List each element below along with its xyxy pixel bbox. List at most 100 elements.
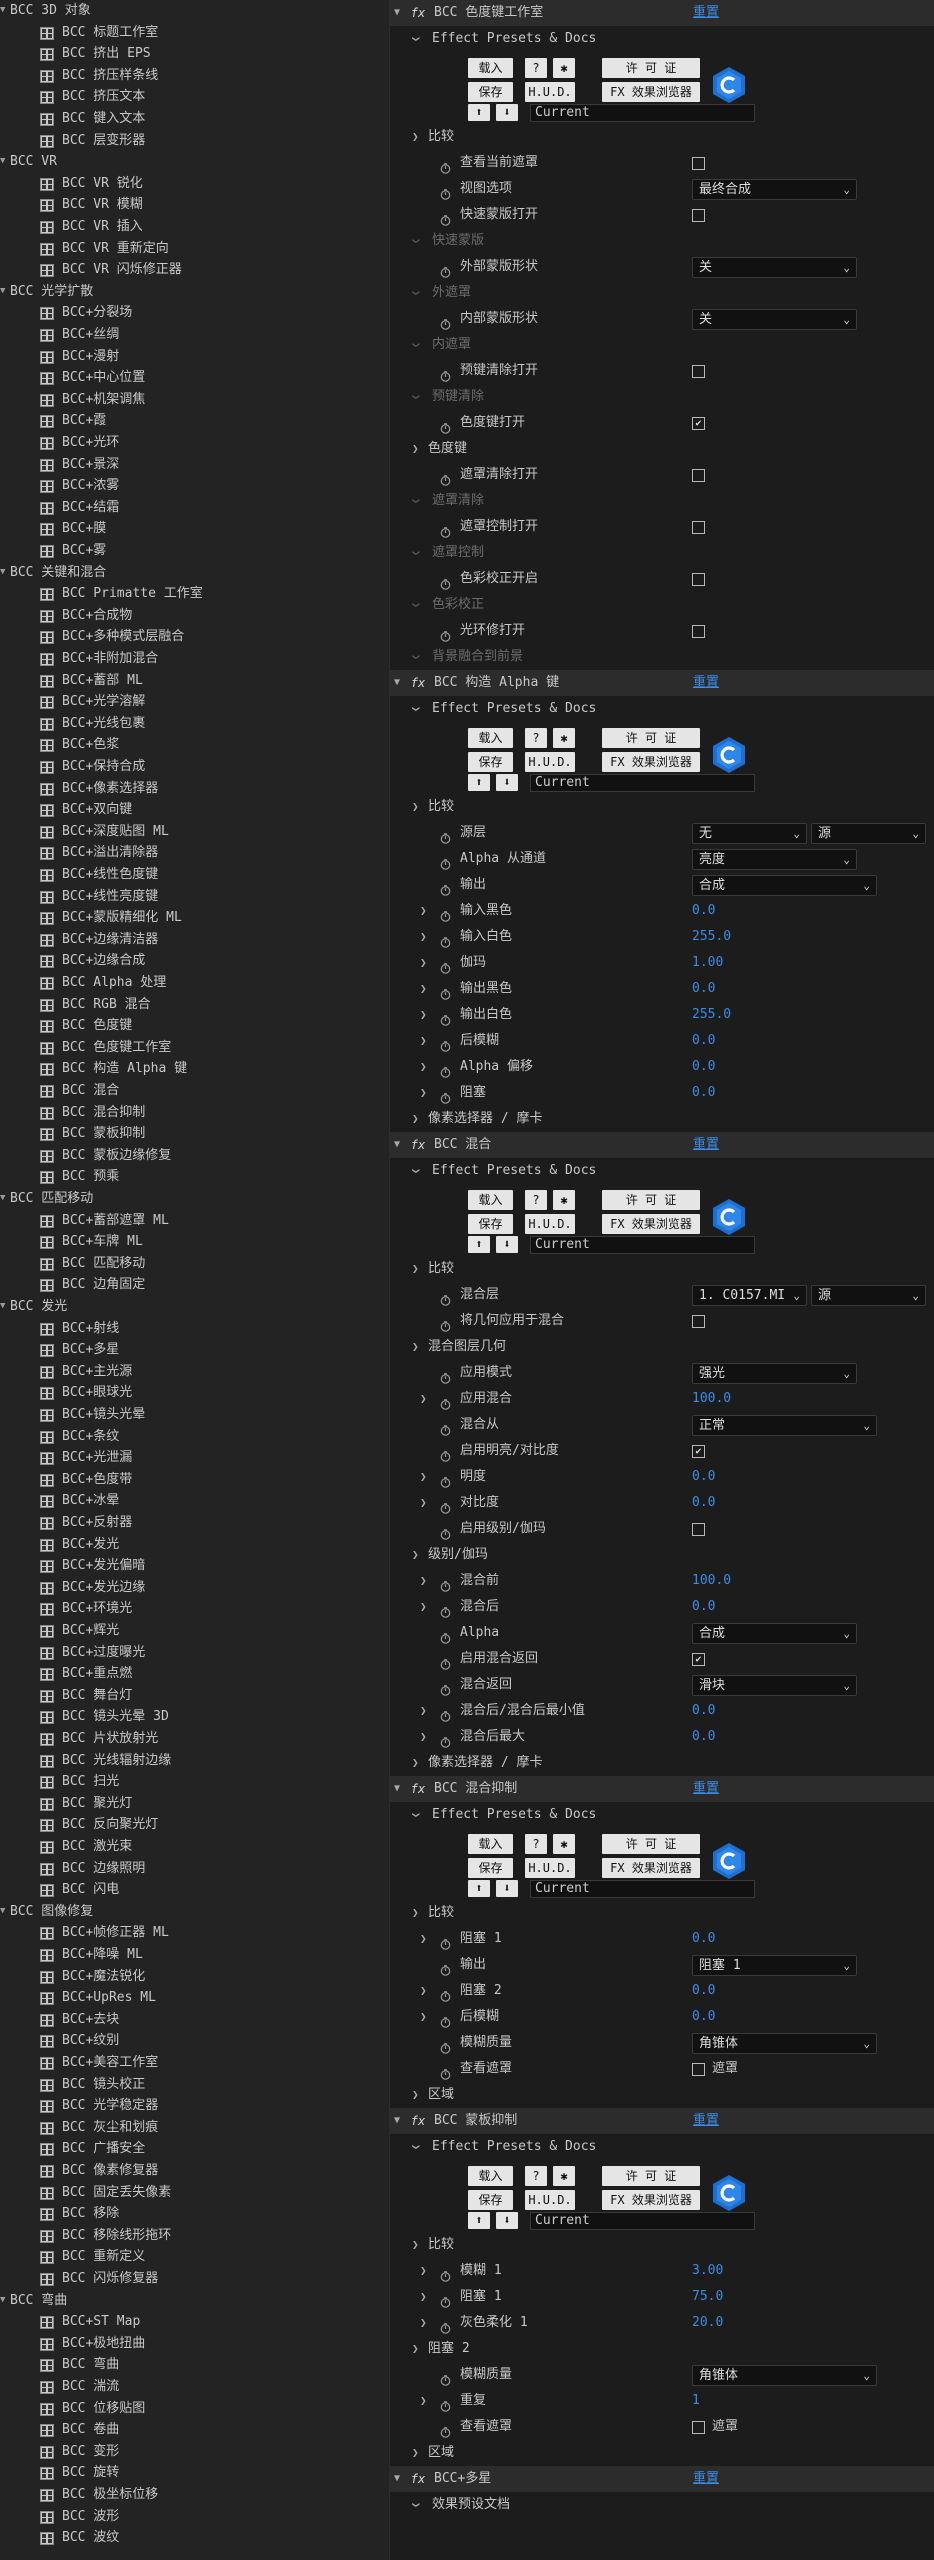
tree-item[interactable]: BCC+分裂场 (0, 302, 389, 324)
reset-link[interactable]: 重置 (693, 1776, 719, 1802)
dropdown[interactable]: 无 ⌄ (692, 823, 807, 844)
stopwatch-icon[interactable] (440, 1628, 451, 1644)
chevron-right-icon[interactable]: ❯ (420, 950, 427, 976)
value-field[interactable]: 0.0 (692, 976, 715, 1002)
tree-item[interactable]: BCC+射线 (0, 1318, 389, 1340)
tree-item[interactable]: BCC 挤压样条线 (0, 65, 389, 87)
property-row[interactable]: ❯ 输出白色 255.0 (390, 1002, 934, 1028)
tree-category[interactable]: ▼ BCC VR (0, 151, 389, 173)
tree-item[interactable]: BCC+辉光 (0, 1620, 389, 1642)
settings-button[interactable]: ✱ (553, 2166, 575, 2186)
chevron-down-icon[interactable]: ▼ (394, 670, 400, 696)
fx-icon[interactable]: fx (408, 1779, 428, 1799)
tree-item[interactable]: BCC+浓雾 (0, 475, 389, 497)
chevron-down-icon[interactable]: ▼ (394, 0, 400, 26)
tree-item[interactable]: BCC 挤出 EPS (0, 43, 389, 65)
chevron-down-icon[interactable]: ❯ (402, 394, 428, 400)
chevron-right-icon[interactable]: ❯ (412, 1106, 419, 1132)
settings-button[interactable]: ✱ (553, 1190, 575, 1210)
chevron-down-icon[interactable]: ❯ (402, 1168, 428, 1174)
checkbox[interactable]: ✔ (692, 1653, 705, 1666)
tree-item[interactable]: BCC+纹别 (0, 2030, 389, 2052)
tree-item[interactable]: BCC+极地扭曲 (0, 2333, 389, 2355)
property-row[interactable]: ❯ Effect Presets & Docs (390, 1802, 934, 1828)
property-row[interactable]: ❯ 重复 1 (390, 2388, 934, 2414)
stopwatch-icon[interactable] (440, 2422, 451, 2438)
tree-item[interactable]: BCC+霞 (0, 410, 389, 432)
tree-category[interactable]: ▼ BCC 关键和混合 (0, 562, 389, 584)
tree-item[interactable]: BCC+去块 (0, 2009, 389, 2031)
dropdown[interactable]: 合成 ⌄ (692, 1623, 857, 1644)
stopwatch-icon[interactable] (440, 158, 451, 174)
stopwatch-icon[interactable] (440, 1446, 451, 1462)
reset-link[interactable]: 重置 (693, 0, 719, 26)
tree-item[interactable]: BCC+多星 (0, 1339, 389, 1361)
property-row[interactable]: 内部蒙版形状关 ⌄ (390, 306, 934, 332)
property-row[interactable]: 源层无 ⌄ 源 ⌄ (390, 820, 934, 846)
tree-item[interactable]: BCC Alpha 处理 (0, 972, 389, 994)
property-row[interactable]: ❯ Effect Presets & Docs (390, 1158, 934, 1184)
dropdown[interactable]: 正常 ⌄ (692, 1415, 877, 1436)
tree-item[interactable]: BCC 位移贴图 (0, 2398, 389, 2420)
property-row[interactable]: 启用级别/伽玛 (390, 1516, 934, 1542)
save-preset-button[interactable]: 保存 (468, 1858, 513, 1878)
dropdown[interactable]: 滑块 ⌄ (692, 1675, 857, 1696)
tree-item[interactable]: BCC 弯曲 (0, 2354, 389, 2376)
property-row[interactable]: 模糊质量 角锥体 ⌄ (390, 2362, 934, 2388)
property-row[interactable]: ❯ 比较 (390, 124, 934, 150)
chevron-right-icon[interactable]: ❯ (420, 1002, 427, 1028)
chevron-right-icon[interactable]: ❯ (420, 1490, 427, 1516)
property-row[interactable]: 混合返回 滑块 ⌄ (390, 1672, 934, 1698)
stopwatch-icon[interactable] (440, 522, 451, 538)
property-row[interactable]: ❯ Alpha 偏移 0.0 (390, 1054, 934, 1080)
settings-button[interactable]: ✱ (553, 58, 575, 78)
chevron-right-icon[interactable]: ❯ (420, 1978, 427, 2004)
property-row[interactable]: 启用明亮/对比度 ✔ (390, 1438, 934, 1464)
value-field[interactable]: 75.0 (692, 2284, 723, 2310)
stopwatch-icon[interactable] (440, 1986, 451, 2002)
tree-item[interactable]: BCC+蒙版精细化 ML (0, 907, 389, 929)
chevron-down-icon[interactable]: ❯ (402, 498, 428, 504)
property-row[interactable]: ❯ 阻塞 0.0 (390, 1080, 934, 1106)
tree-item[interactable]: BCC 色度键工作室 (0, 1037, 389, 1059)
chevron-down-icon[interactable]: ❯ (402, 2144, 428, 2150)
dropdown[interactable]: 源 ⌄ (811, 823, 926, 844)
tree-item[interactable]: BCC+结霜 (0, 497, 389, 519)
preset-down-button[interactable]: ⬇ (496, 1880, 518, 1897)
property-row[interactable]: 将几何应用于混合 (390, 1308, 934, 1334)
property-row[interactable]: ❯ 混合图层几何 (390, 1334, 934, 1360)
tree-item[interactable]: BCC+线性亮度键 (0, 886, 389, 908)
property-row[interactable]: 光环修打开 (390, 618, 934, 644)
stopwatch-icon[interactable] (440, 1934, 451, 1950)
preset-up-button[interactable]: ⬆ (468, 1236, 490, 1253)
property-row[interactable]: ❯ 应用混合 100.0 (390, 1386, 934, 1412)
dropdown[interactable]: 关 ⌄ (692, 309, 857, 330)
preset-current-field[interactable]: Current (530, 2212, 755, 2230)
fx-browser-button[interactable]: FX 效果浏览器 (602, 752, 700, 772)
tree-item[interactable]: BCC 波纹 (0, 2527, 389, 2549)
tree-item[interactable]: BCC+漫射 (0, 346, 389, 368)
chevron-down-icon[interactable]: ❯ (402, 602, 428, 608)
stopwatch-icon[interactable] (440, 1524, 451, 1540)
tree-item[interactable]: BCC 闪电 (0, 1879, 389, 1901)
property-row[interactable]: 色度键打开 ✔ (390, 410, 934, 436)
property-row[interactable]: ❯ 比较 (390, 794, 934, 820)
property-row[interactable]: 视图选项 最终合成 ⌄ (390, 176, 934, 202)
checkbox[interactable] (692, 157, 705, 170)
tree-item[interactable]: BCC 挤压文本 (0, 86, 389, 108)
dropdown[interactable]: 角锥体 ⌄ (692, 2033, 877, 2054)
fx-browser-button[interactable]: FX 效果浏览器 (602, 2190, 700, 2210)
save-preset-button[interactable]: 保存 (468, 752, 513, 772)
tree-item[interactable]: BCC 预乘 (0, 1166, 389, 1188)
chevron-right-icon[interactable]: ❯ (420, 1080, 427, 1106)
tree-category[interactable]: ▼ BCC 3D 对象 (0, 0, 389, 22)
chevron-right-icon[interactable]: ❯ (412, 2336, 419, 2362)
chevron-down-icon[interactable]: ▼ (0, 281, 5, 303)
tree-item[interactable]: BCC+色浆 (0, 734, 389, 756)
property-row[interactable]: ❯ 明度 0.0 (390, 1464, 934, 1490)
tree-item[interactable]: BCC 光线辐射边缘 (0, 1750, 389, 1772)
tree-item[interactable]: BCC Primatte 工作室 (0, 583, 389, 605)
reset-link[interactable]: 重置 (693, 670, 719, 696)
checkbox[interactable] (692, 625, 705, 638)
stopwatch-icon[interactable] (440, 880, 451, 896)
